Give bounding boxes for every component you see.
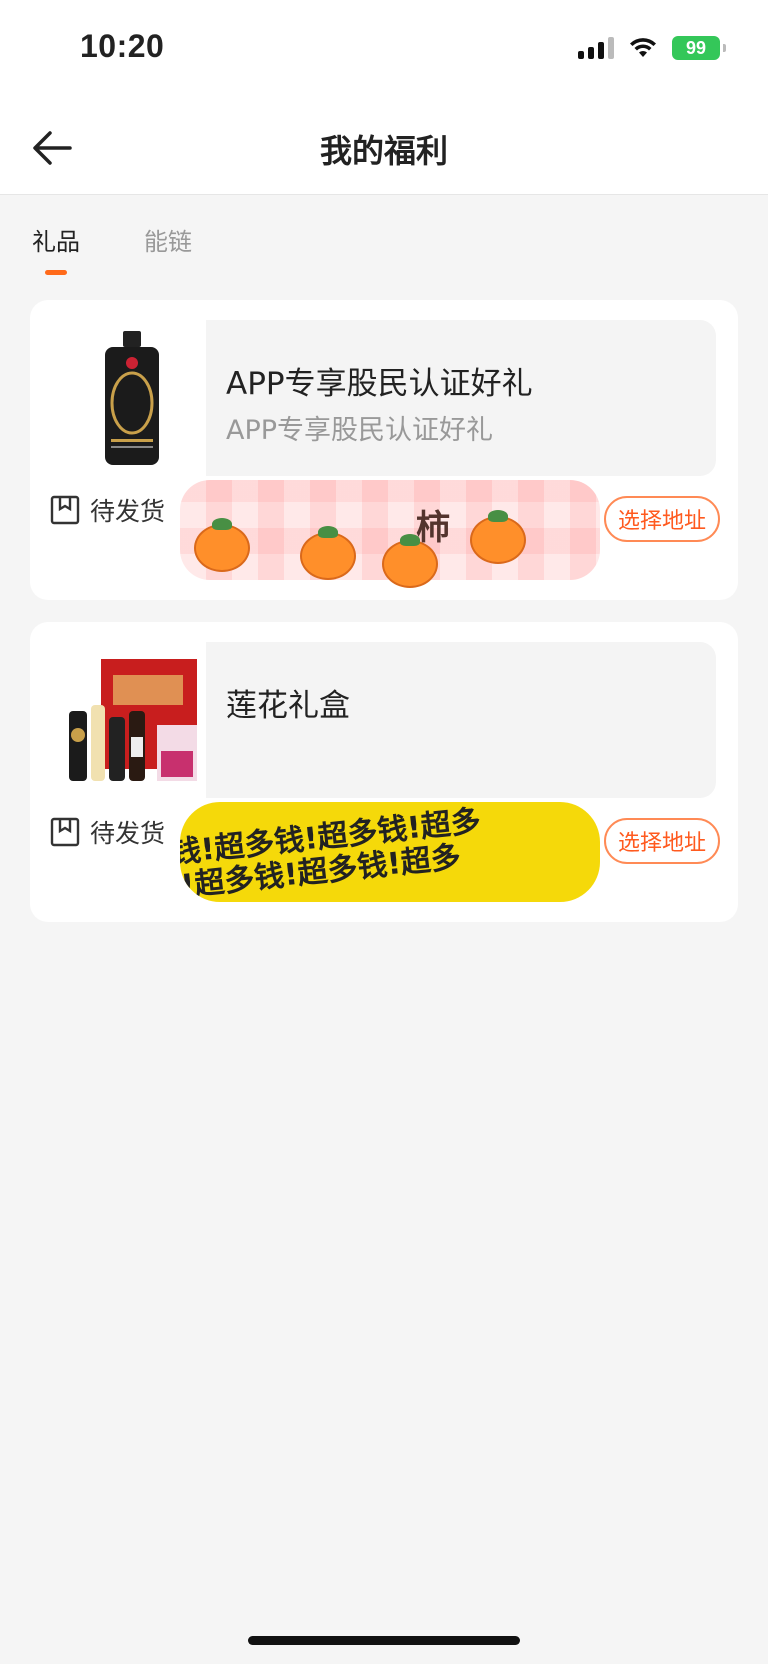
home-indicator bbox=[248, 1636, 520, 1645]
gift-subtitle: APP专享股民认证好礼 bbox=[226, 415, 494, 446]
shipping-status: 待发货 bbox=[90, 819, 166, 848]
gift-info: 莲花礼盒 bbox=[206, 642, 716, 798]
status-time: 10:20 bbox=[80, 28, 165, 64]
package-icon bbox=[50, 495, 80, 525]
page-title: 我的福利 bbox=[319, 132, 448, 170]
status-bar: 10:20 99 bbox=[0, 0, 768, 100]
gift-title: 莲花礼盒 bbox=[226, 688, 350, 724]
wifi-icon bbox=[628, 37, 658, 59]
gift-card[interactable]: 莲花礼盒 待发货 钱!超多钱!超多钱!超多 钱!超多钱!超多钱!超多 选择地址 bbox=[30, 622, 738, 922]
battery-level: 99 bbox=[685, 37, 707, 58]
select-address-button[interactable]: 选择地址 bbox=[603, 496, 720, 542]
persimmon-sticker: 柿 bbox=[180, 480, 600, 588]
cellular-signal-icon bbox=[578, 37, 614, 59]
sticker-text: 柿 bbox=[416, 508, 450, 548]
gift-card[interactable]: APP专享股民认证好礼 APP专享股民认证好礼 待发货 柿 选择地址 bbox=[30, 300, 738, 600]
battery-icon: 99 bbox=[672, 36, 726, 60]
shipping-status: 待发货 bbox=[90, 497, 166, 526]
tab-gifts[interactable]: 礼品 bbox=[32, 222, 80, 275]
nav-bar: 我的福利 bbox=[0, 100, 768, 195]
select-address-button[interactable]: 选择地址 bbox=[603, 818, 720, 864]
gift-info: APP专享股民认证好礼 APP专享股民认证好礼 bbox=[206, 320, 716, 476]
status-row: 待发货 bbox=[50, 814, 165, 850]
status-icons: 99 bbox=[578, 36, 726, 60]
product-image bbox=[54, 320, 210, 476]
package-icon bbox=[50, 817, 80, 847]
gift-title: APP专享股民认证好礼 bbox=[226, 366, 533, 402]
tab-nengl[interactable]: 能链 bbox=[144, 222, 192, 275]
status-row: 待发货 bbox=[50, 492, 165, 528]
product-image bbox=[54, 642, 210, 798]
tab-bar: 礼品 能链 bbox=[32, 222, 192, 275]
money-sticker: 钱!超多钱!超多钱!超多 钱!超多钱!超多钱!超多 bbox=[180, 802, 600, 902]
